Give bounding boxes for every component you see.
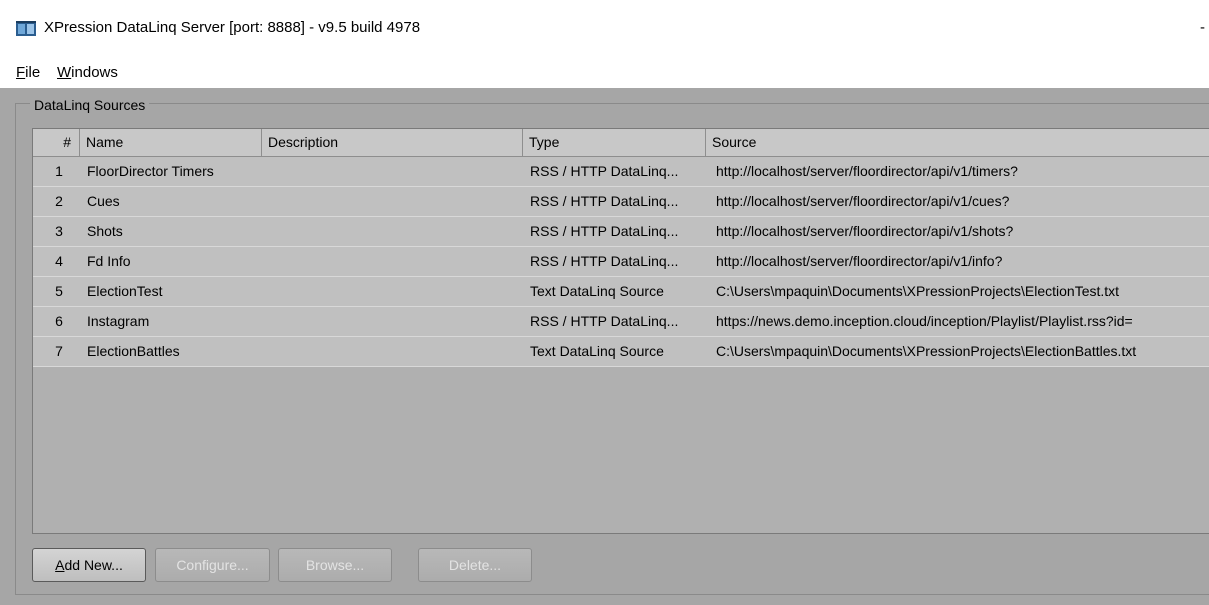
- menu-bar: File Windows: [0, 58, 1209, 88]
- table-header: # Name Description Type Source: [33, 129, 1209, 157]
- table-row[interactable]: 4 Fd Info RSS / HTTP DataLinq... http://loc…: [33, 247, 1209, 277]
- app-icon: [16, 21, 36, 36]
- row-number: 2: [55, 193, 63, 209]
- window-title: XPression DataLinq Server [port: 8888] -…: [44, 19, 421, 36]
- row-type: RSS / HTTP DataLinq...: [530, 313, 679, 329]
- configure-button[interactable]: Configure...: [155, 548, 270, 582]
- row-description: [268, 217, 518, 246]
- table-body: 1 FloorDirector Timers RSS / HTTP DataLinq…: [33, 157, 1209, 367]
- column-header-number[interactable]: #: [33, 129, 80, 156]
- delete-button[interactable]: Delete...: [418, 548, 532, 582]
- row-type: RSS / HTTP DataLinq...: [530, 253, 679, 269]
- row-source: http://localhost/server/floordirector/ap…: [716, 193, 1010, 209]
- menu-windows[interactable]: Windows: [57, 64, 118, 81]
- table-row[interactable]: 7 ElectionBattles Text DataLinq Source C:\U…: [33, 337, 1209, 367]
- row-description: [268, 277, 518, 306]
- browse-button[interactable]: Browse...: [278, 548, 392, 582]
- title-bar[interactable]: XPression DataLinq Server [port: 8888] -…: [0, 0, 1209, 58]
- row-type: Text DataLinq Source: [530, 343, 664, 359]
- group-title: DataLinq Sources: [30, 97, 150, 113]
- table-row[interactable]: 6 Instagram RSS / HTTP DataLinq... https://…: [33, 307, 1209, 337]
- row-source: http://localhost/server/floordirector/ap…: [716, 253, 1003, 269]
- row-number: 5: [55, 283, 63, 299]
- row-source: https://news.demo.inception.cloud/incept…: [716, 313, 1133, 329]
- table-row[interactable]: 2 Cues RSS / HTTP DataLinq... http://localh…: [33, 187, 1209, 217]
- row-number: 7: [55, 343, 63, 359]
- row-type: RSS / HTTP DataLinq...: [530, 193, 679, 209]
- row-description: [268, 307, 518, 336]
- row-source: C:\Users\mpaquin\Documents\XPressionProj…: [716, 283, 1120, 299]
- row-source: http://localhost/server/floordirector/ap…: [716, 223, 1014, 239]
- row-number: 1: [55, 163, 63, 179]
- minimize-button[interactable]: -: [1200, 19, 1205, 36]
- row-description: [268, 157, 518, 186]
- row-description: [268, 247, 518, 276]
- row-description: [268, 187, 518, 216]
- add-new-button[interactable]: Add New...: [32, 548, 146, 582]
- row-description: [268, 337, 518, 366]
- row-type: RSS / HTTP DataLinq...: [530, 163, 679, 179]
- row-number: 6: [55, 313, 63, 329]
- row-type: RSS / HTTP DataLinq...: [530, 223, 679, 239]
- menu-file[interactable]: File: [16, 64, 40, 81]
- row-source: C:\Users\mpaquin\Documents\XPressionProj…: [716, 343, 1137, 359]
- column-header-name[interactable]: Name: [80, 129, 262, 156]
- table-row[interactable]: 5 ElectionTest Text DataLinq Source C:\User…: [33, 277, 1209, 307]
- sources-table[interactable]: # Name Description Type Source 1 FloorDir…: [32, 128, 1209, 534]
- table-row[interactable]: 3 Shots RSS / HTTP DataLinq... http://local…: [33, 217, 1209, 247]
- row-number: 4: [55, 253, 63, 269]
- column-header-source[interactable]: Source: [706, 129, 1209, 156]
- row-source: http://localhost/server/floordirector/ap…: [716, 163, 1018, 179]
- column-header-description[interactable]: Description: [262, 129, 523, 156]
- table-row[interactable]: 1 FloorDirector Timers RSS / HTTP DataLinq…: [33, 157, 1209, 187]
- row-number: 3: [55, 223, 63, 239]
- column-header-type[interactable]: Type: [523, 129, 706, 156]
- row-type: Text DataLinq Source: [530, 283, 664, 299]
